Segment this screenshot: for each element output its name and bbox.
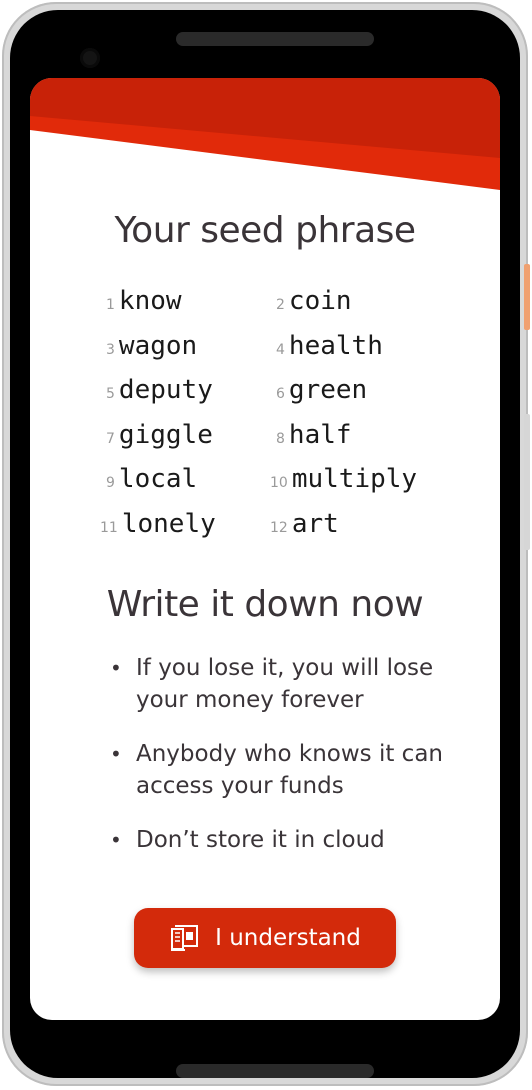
- seed-word-text: art: [291, 509, 339, 539]
- seed-word-text: giggle: [118, 419, 213, 450]
- bullet-icon: •: [110, 828, 122, 852]
- camera-icon: [80, 48, 100, 68]
- seed-word-index: 4: [276, 341, 285, 358]
- seed-word-index: 9: [106, 475, 115, 492]
- seed-word-item: 9 local: [106, 464, 197, 504]
- seed-word-text: multiply: [291, 464, 418, 495]
- seed-word-item: 4 health: [276, 331, 383, 371]
- seed-word-text: deputy: [118, 375, 213, 406]
- seed-word-item: 1 know: [106, 286, 182, 326]
- bullet-icon: •: [110, 742, 122, 766]
- bullet-icon: •: [110, 656, 122, 680]
- seed-word-index: 3: [106, 341, 115, 358]
- i-understand-label: I understand: [215, 925, 361, 951]
- book-icon: [171, 925, 199, 951]
- header-wave-decoration: [30, 78, 500, 190]
- warning-item: • Anybody who knows it can access your fu…: [106, 738, 476, 802]
- seed-word-text: coin: [288, 286, 352, 316]
- warning-text: Anybody who knows it can access your fun…: [136, 741, 443, 799]
- warning-text: Don’t store it in cloud: [136, 827, 385, 853]
- seed-word-text: half: [288, 419, 352, 450]
- seed-word-index: 7: [106, 430, 115, 447]
- bottom-speaker: [176, 1064, 374, 1078]
- app-screen: Your seed phrase 1 know 2 coin 3 wagon 4 health…: [30, 78, 500, 1020]
- seed-word-index: 1: [106, 297, 115, 313]
- seed-word-item: 11 lonely: [100, 509, 216, 549]
- top-speaker: [176, 32, 374, 46]
- seed-word-index: 11: [100, 520, 118, 536]
- seed-word-item: 7 giggle: [106, 420, 213, 460]
- seed-word-item: 10 multiply: [270, 464, 417, 504]
- volume-button: [524, 414, 530, 550]
- warning-item: • Don’t store it in cloud: [106, 824, 476, 856]
- seed-word-item: 2 coin: [276, 286, 352, 326]
- warning-item: • If you lose it, you will lose your mone…: [106, 652, 476, 716]
- phone-frame: Your seed phrase 1 know 2 coin 3 wagon 4 health…: [2, 2, 530, 1086]
- seed-word-item: 8 half: [276, 420, 352, 460]
- i-understand-button[interactable]: I understand: [134, 908, 396, 968]
- seed-word-item: 12 art: [270, 509, 339, 549]
- warning-list: • If you lose it, you will lose your mone…: [106, 652, 476, 878]
- seed-word-text: health: [288, 330, 383, 361]
- seed-word-text: local: [118, 464, 198, 495]
- write-it-down-title: Write it down now: [106, 584, 424, 625]
- seed-word-index: 2: [276, 297, 285, 313]
- seed-word-item: 3 wagon: [106, 331, 197, 371]
- seed-word-text: lonely: [121, 509, 216, 539]
- seed-word-index: 5: [106, 386, 115, 403]
- seed-word-text: know: [118, 286, 182, 316]
- seed-phrase-title: Your seed phrase: [114, 210, 416, 251]
- seed-word-index: 8: [276, 430, 285, 447]
- seed-word-index: 10: [270, 475, 288, 492]
- seed-word-text: green: [288, 375, 368, 406]
- seed-word-item: 5 deputy: [106, 375, 213, 415]
- seed-word-item: 6 green: [276, 375, 367, 415]
- seed-word-index: 12: [270, 520, 288, 536]
- seed-word-grid: 1 know 2 coin 3 wagon 4 health 5 deputy 6 green 7 gig…: [30, 286, 500, 566]
- power-button: [524, 264, 530, 330]
- seed-word-text: wagon: [118, 330, 198, 361]
- warning-text: If you lose it, you will lose your money…: [136, 655, 434, 713]
- seed-word-index: 6: [276, 386, 285, 403]
